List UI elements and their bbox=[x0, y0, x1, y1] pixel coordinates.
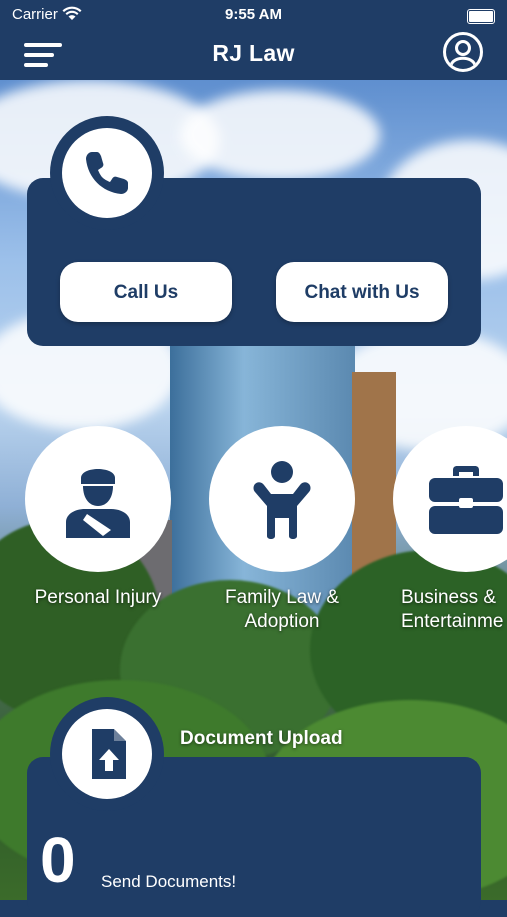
file-upload-icon bbox=[92, 729, 126, 779]
document-upload-badge bbox=[50, 697, 164, 811]
practice-area-family-law[interactable]: Family Law & Adoption bbox=[209, 426, 355, 634]
chat-with-us-button[interactable]: Chat with Us bbox=[276, 262, 448, 322]
practice-area-label: Family Law & Adoption bbox=[224, 587, 340, 632]
child-icon bbox=[253, 461, 311, 539]
clock: 9:55 AM bbox=[225, 6, 282, 23]
profile-icon[interactable] bbox=[443, 32, 483, 72]
send-documents-label[interactable]: Send Documents! bbox=[101, 872, 236, 892]
practice-area-personal-injury[interactable]: Personal Injury bbox=[25, 426, 171, 610]
briefcase-icon bbox=[429, 466, 503, 534]
practice-area-business[interactable]: Business & Entertainme bbox=[393, 426, 507, 634]
practice-area-label: Business & Entertainme bbox=[401, 587, 504, 632]
document-upload-title: Document Upload bbox=[180, 728, 343, 749]
injured-person-icon bbox=[66, 469, 130, 538]
practice-area-label: Personal Injury bbox=[34, 587, 162, 608]
nav-bar: RJ Law bbox=[0, 30, 507, 80]
battery-icon bbox=[467, 9, 495, 24]
phone-icon bbox=[86, 152, 128, 194]
call-us-button[interactable]: Call Us bbox=[60, 262, 232, 322]
app-title: RJ Law bbox=[212, 40, 295, 66]
document-count: 0 bbox=[40, 824, 76, 896]
status-bar: Carrier 9:55 AM bbox=[0, 0, 507, 30]
phone-badge bbox=[50, 116, 164, 230]
